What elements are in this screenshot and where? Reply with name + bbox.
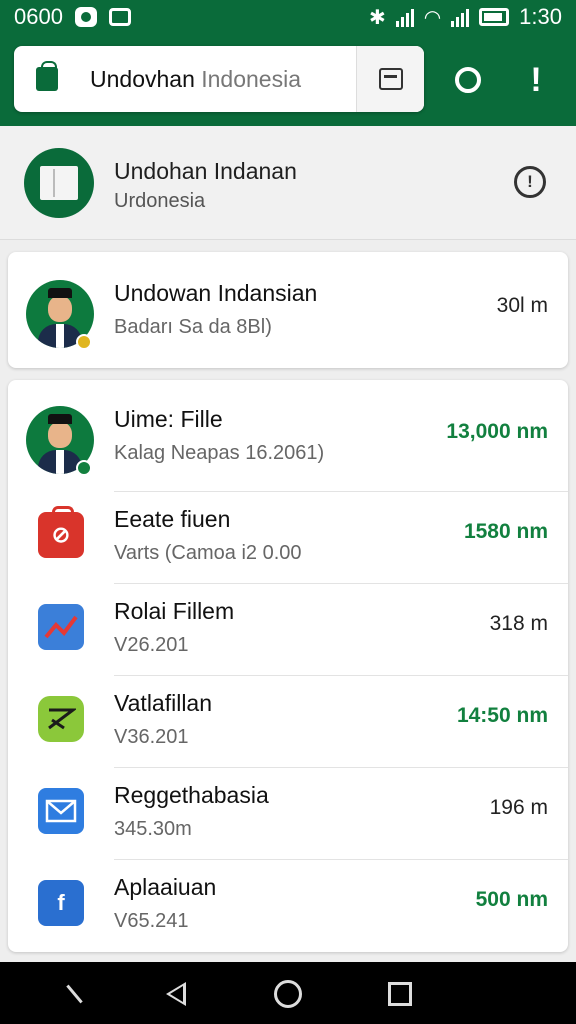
camera-notification-icon	[74, 7, 97, 27]
item-title: Rolai Fillem	[114, 598, 235, 624]
search-query[interactable]: Undovhan Indonesia	[90, 66, 301, 93]
signal-icon	[395, 7, 414, 27]
item-subtitle: Varts (Camoa i2 0.00	[114, 542, 302, 564]
header-title: Undohan Indanan	[114, 158, 297, 184]
item-title: Aplaaiuan	[114, 874, 217, 900]
app-notification-icon	[108, 8, 131, 26]
search-box[interactable]: Undovhan Indonesia	[14, 46, 424, 112]
item-subtitle: V26.201	[114, 634, 189, 656]
featured-card[interactable]: Undowan Indansian Badarı Sa da 8Bl) 30l …	[8, 252, 568, 368]
status-time: 1:30	[519, 4, 562, 29]
alert-icon: !	[530, 60, 542, 99]
online-dot	[76, 460, 92, 476]
list-item[interactable]: Reggethabasia 345.30m 196 m	[8, 766, 568, 858]
ticket-icon	[38, 696, 84, 742]
back-icon	[166, 982, 186, 1006]
search-query-muted: Indonesia	[201, 65, 301, 92]
featured-size: 30l m	[496, 294, 548, 317]
account-icon	[455, 67, 481, 93]
item-size: 13,000 nm	[446, 420, 548, 443]
store-bag-icon	[36, 61, 58, 91]
item-subtitle: 345.30m	[114, 818, 192, 840]
featured-subtitle: Badarı Sa da 8Bl)	[114, 316, 272, 338]
more-button[interactable]: !	[514, 58, 558, 102]
status-left-text: 0600	[14, 4, 63, 29]
book-icon	[40, 166, 78, 200]
item-subtitle: V36.201	[114, 726, 189, 748]
header-subtitle: Urdonesia	[114, 190, 206, 212]
item-size: 500 nm	[475, 888, 548, 911]
recents-icon	[388, 982, 412, 1006]
shopping-bag-icon: ⊘	[38, 506, 84, 558]
chart-icon	[38, 604, 84, 650]
signal-2-icon	[451, 7, 470, 27]
item-title: Uime: Fille	[114, 406, 223, 432]
featured-row[interactable]: Undowan Indansian Badarı Sa da 8Bl) 30l …	[8, 264, 568, 356]
app-list: Uime: Fille Kalag Neapas 16.2061) 13,000…	[8, 380, 568, 952]
calendar-icon	[378, 68, 403, 90]
navigation-bar	[0, 962, 576, 1024]
item-title: Vatlafillan	[114, 690, 213, 716]
item-title: Reggethabasia	[114, 782, 269, 808]
featured-title: Undowan Indansian	[114, 280, 318, 306]
recents-button[interactable]	[378, 972, 422, 1016]
battery-icon	[479, 8, 510, 26]
item-size: 1580 nm	[463, 520, 548, 543]
list-item[interactable]: f Aplaaiuan V65.241 500 nm	[8, 858, 568, 950]
nav-slash-button[interactable]	[52, 972, 96, 1016]
item-subtitle: Kalag Neapas 16.2061)	[114, 442, 325, 464]
list-item[interactable]: ⊘ Eeate fiuen Varts (Camoa i2 0.00 1580 …	[8, 490, 568, 582]
item-size: 318 m	[489, 612, 548, 635]
back-button[interactable]	[154, 972, 198, 1016]
account-button[interactable]	[446, 58, 490, 102]
wifi-icon: ◠	[423, 6, 442, 29]
list-item[interactable]: Rolai Fillem V26.201 318 m	[8, 582, 568, 674]
item-title: Eeate fiuen	[114, 506, 231, 532]
calendar-button[interactable]	[356, 46, 424, 112]
slash-icon	[65, 984, 83, 1004]
item-size: 14:50 nm	[456, 704, 548, 727]
app-bar: Undovhan Indonesia !	[0, 34, 576, 126]
status-dot	[76, 334, 92, 350]
status-bar: 0600 ✱ ◠ 1:30	[0, 0, 576, 34]
item-subtitle: V65.241	[114, 910, 189, 932]
mail-icon	[38, 788, 84, 834]
search-query-main: Undovhan	[90, 65, 195, 92]
home-button[interactable]	[266, 972, 310, 1016]
bluetooth-icon: ✱	[368, 6, 386, 29]
home-icon	[274, 980, 302, 1008]
info-icon[interactable]: !	[514, 166, 546, 198]
list-item[interactable]: Uime: Fille Kalag Neapas 16.2061) 13,000…	[8, 390, 568, 482]
facebook-icon: f	[38, 880, 84, 926]
item-size: 196 m	[489, 796, 548, 819]
app-header: Undohan Indanan Urdonesia	[0, 126, 576, 240]
list-item[interactable]: Vatlafillan V36.201 14:50 nm	[8, 674, 568, 766]
app-logo	[24, 148, 94, 218]
